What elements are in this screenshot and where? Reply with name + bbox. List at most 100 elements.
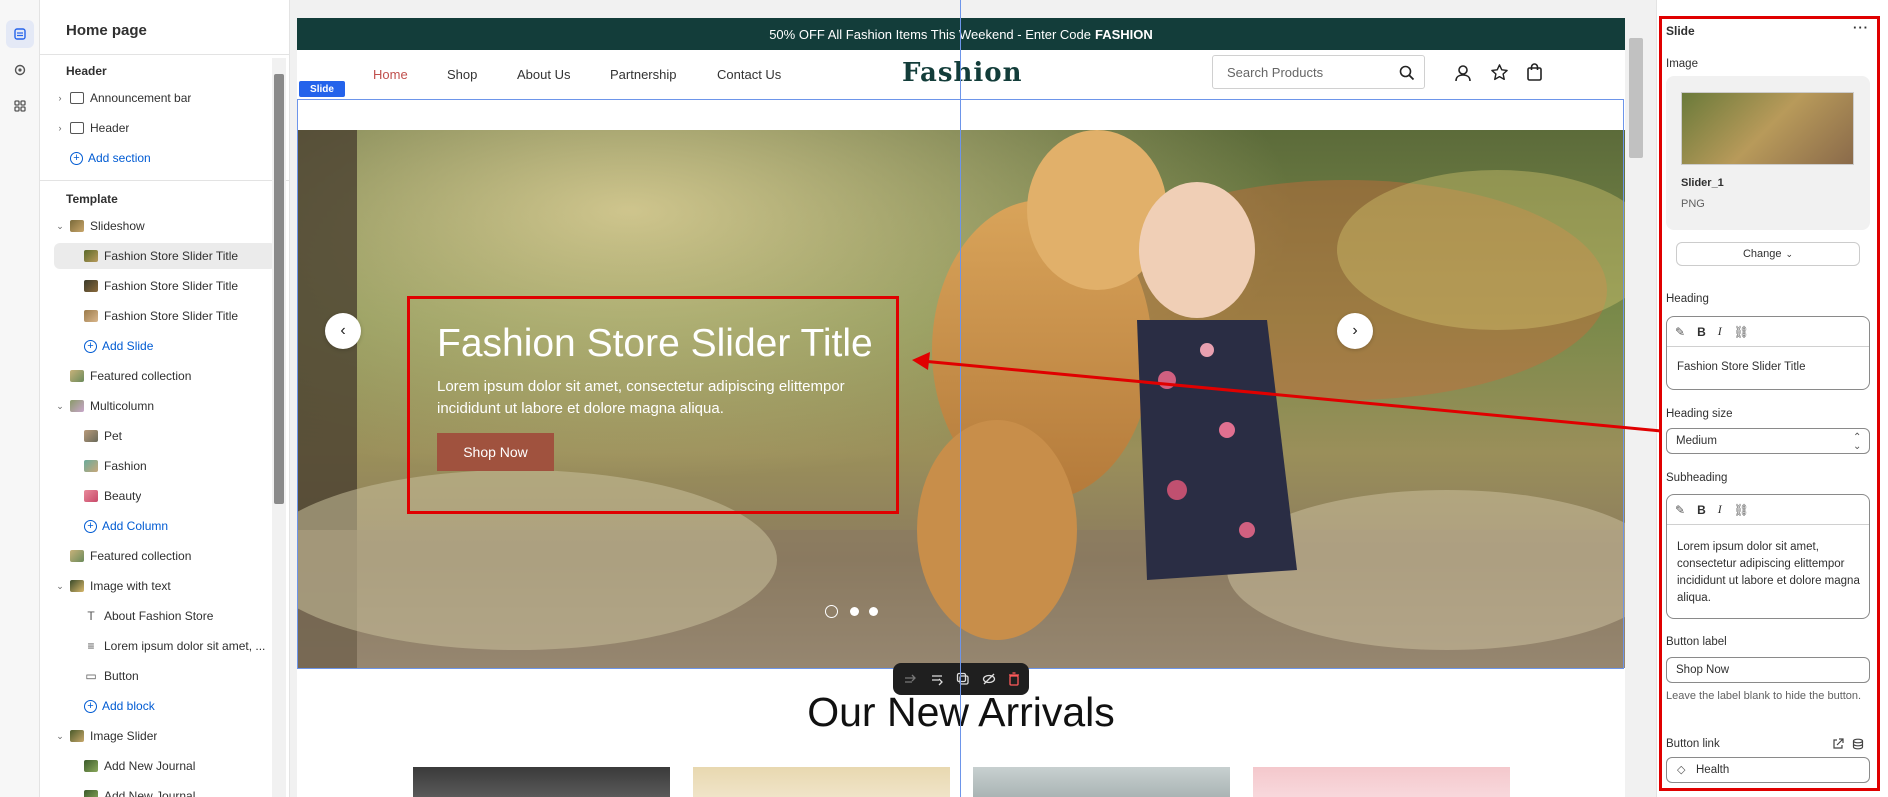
sidebar-item-label: Featured collection bbox=[90, 549, 192, 563]
sidebar-item-label: Lorem ipsum dolor sit amet, ... bbox=[104, 639, 266, 653]
chevron-right-icon: › bbox=[58, 123, 62, 133]
sidebar-item-featured-collection[interactable]: Featured collection bbox=[54, 363, 276, 389]
sidebar-item-block-text[interactable]: ≡ Lorem ipsum dolor sit amet, ... bbox=[54, 633, 276, 659]
nav-about-us[interactable]: About Us bbox=[517, 67, 570, 82]
canvas-scroll-thumb[interactable] bbox=[1629, 38, 1643, 158]
sidebar-item-announcement-bar[interactable]: › Announcement bar bbox=[54, 85, 276, 111]
sidebar-item-featured-collection-2[interactable]: Featured collection bbox=[54, 543, 276, 569]
sidebar-item-image-with-text[interactable]: ⌄ Image with text bbox=[54, 573, 276, 599]
chevron-down-icon: ⌄ bbox=[56, 220, 64, 231]
delete-trash-icon[interactable] bbox=[1008, 672, 1020, 686]
image-thumb-icon bbox=[84, 790, 98, 797]
template-group-label: Template bbox=[66, 192, 118, 206]
image-thumb-icon bbox=[84, 250, 98, 262]
image-thumb-icon bbox=[70, 400, 84, 412]
add-block-button[interactable]: + Add block bbox=[54, 693, 276, 719]
wishlist-star-icon[interactable] bbox=[1490, 63, 1509, 82]
sidebar-item-multicolumn[interactable]: ⌄ Multicolumn bbox=[54, 393, 276, 419]
image-thumb-icon bbox=[84, 310, 98, 322]
sidebar-item-label: Announcement bar bbox=[90, 91, 192, 105]
chevron-down-icon: ⌄ bbox=[56, 730, 64, 741]
section-icon bbox=[70, 92, 84, 104]
sidebar-item-label: Image with text bbox=[90, 579, 171, 593]
move-down-icon[interactable] bbox=[930, 672, 944, 686]
apps-icon[interactable] bbox=[6, 92, 34, 120]
sidebar-item-image-slider[interactable]: ⌄ Image Slider bbox=[54, 723, 276, 749]
sidebar-item-label: Featured collection bbox=[90, 369, 192, 383]
image-thumb-icon bbox=[84, 280, 98, 292]
sidebar-item-label: Fashion bbox=[104, 459, 147, 473]
add-section-button[interactable]: + Add section bbox=[54, 145, 276, 171]
sidebar-scroll-thumb[interactable] bbox=[274, 74, 284, 504]
store-logo[interactable]: Fashion bbox=[902, 58, 1023, 88]
sidebar-item-column-beauty[interactable]: Beauty bbox=[54, 483, 276, 509]
product-card-image[interactable] bbox=[1253, 767, 1510, 797]
sidebar-item-label: Header bbox=[90, 121, 130, 135]
section-sidebar: Home page Header ▲ ›Announcement bar ›He… bbox=[40, 0, 290, 797]
account-icon[interactable] bbox=[1454, 64, 1472, 82]
sidebar-item-header[interactable]: › Header bbox=[54, 115, 276, 141]
nav-shop[interactable]: Shop bbox=[447, 67, 477, 82]
nav-partnership[interactable]: Partnership bbox=[610, 67, 676, 82]
section-icon bbox=[70, 122, 84, 134]
search-input[interactable]: Search Products bbox=[1212, 55, 1425, 89]
chevron-right-icon: › bbox=[58, 93, 62, 103]
header-group-label: Header bbox=[66, 64, 107, 78]
add-column-button[interactable]: + Add Column bbox=[54, 513, 276, 539]
add-slide-label: Add Slide bbox=[102, 339, 154, 353]
sidebar-item-label: Fashion Store Slider Title bbox=[104, 249, 239, 263]
sidebar-item-journal-2[interactable]: Add New Journal bbox=[54, 783, 276, 797]
center-guide-line bbox=[960, 0, 961, 797]
sidebar-item-label: Fashion Store Slider Title bbox=[104, 309, 239, 323]
panel-highlight-box bbox=[1659, 16, 1880, 791]
sidebar-item-journal-1[interactable]: Add New Journal bbox=[54, 753, 276, 779]
hide-eye-icon[interactable] bbox=[982, 672, 996, 686]
product-card-image[interactable] bbox=[693, 767, 950, 797]
nav-home[interactable]: Home bbox=[373, 67, 408, 82]
text-icon: T bbox=[87, 609, 95, 623]
sidebar-item-slideshow[interactable]: ⌄ Slideshow bbox=[54, 213, 276, 239]
image-thumb-icon bbox=[70, 730, 84, 742]
announcement-code: FASHION bbox=[1094, 26, 1153, 42]
sidebar-item-slide-1[interactable]: Fashion Store Slider Title bbox=[54, 243, 276, 269]
gear-icon[interactable] bbox=[6, 56, 34, 84]
image-thumb-icon bbox=[84, 490, 98, 502]
sections-icon[interactable] bbox=[6, 20, 34, 48]
sidebar-item-label: Button bbox=[104, 669, 139, 683]
image-thumb-icon bbox=[84, 430, 98, 442]
slide-tag-label: Slide bbox=[310, 83, 334, 95]
divider bbox=[40, 54, 290, 55]
sidebar-item-label: Fashion Store Slider Title bbox=[104, 279, 239, 293]
add-column-label: Add Column bbox=[102, 519, 169, 533]
chevron-down-icon: ⌄ bbox=[56, 580, 64, 591]
sidebar-item-column-pet[interactable]: Pet bbox=[54, 423, 276, 449]
move-up-icon[interactable] bbox=[903, 672, 917, 686]
product-card-image[interactable] bbox=[413, 767, 670, 797]
store-preview: 50% OFF All Fashion Items This Weekend -… bbox=[297, 18, 1625, 797]
sidebar-item-label: Slideshow bbox=[90, 219, 145, 233]
page-title: Home page bbox=[66, 22, 147, 39]
sidebar-item-block-heading[interactable]: T About Fashion Store bbox=[54, 603, 276, 629]
image-thumb-icon bbox=[70, 220, 84, 232]
sidebar-item-label: Multicolumn bbox=[90, 399, 155, 413]
slide-tag: Slide bbox=[299, 81, 345, 97]
sidebar-item-label: Add New Journal bbox=[104, 789, 196, 797]
cart-icon[interactable] bbox=[1526, 63, 1543, 81]
nav-contact-us[interactable]: Contact Us bbox=[717, 67, 781, 82]
duplicate-icon[interactable] bbox=[956, 672, 970, 686]
announcement-bar[interactable]: 50% OFF All Fashion Items This Weekend -… bbox=[297, 18, 1625, 50]
search-icon[interactable] bbox=[1399, 65, 1415, 81]
sidebar-item-slide-3[interactable]: Fashion Store Slider Title bbox=[54, 303, 276, 329]
image-thumb-icon bbox=[84, 460, 98, 472]
sidebar-item-block-button[interactable]: ▭ Button bbox=[54, 663, 276, 689]
image-thumb-icon bbox=[84, 760, 98, 772]
plus-circle-icon: + bbox=[84, 519, 97, 533]
paragraph-icon: ≡ bbox=[87, 639, 95, 653]
sidebar-item-column-fashion[interactable]: Fashion bbox=[54, 453, 276, 479]
sidebar-item-slide-2[interactable]: Fashion Store Slider Title bbox=[54, 273, 276, 299]
divider bbox=[40, 180, 290, 181]
image-thumb-icon bbox=[70, 580, 84, 592]
chevron-down-icon: ⌄ bbox=[56, 400, 64, 411]
add-slide-button[interactable]: + Add Slide bbox=[54, 333, 276, 359]
product-card-image[interactable] bbox=[973, 767, 1230, 797]
